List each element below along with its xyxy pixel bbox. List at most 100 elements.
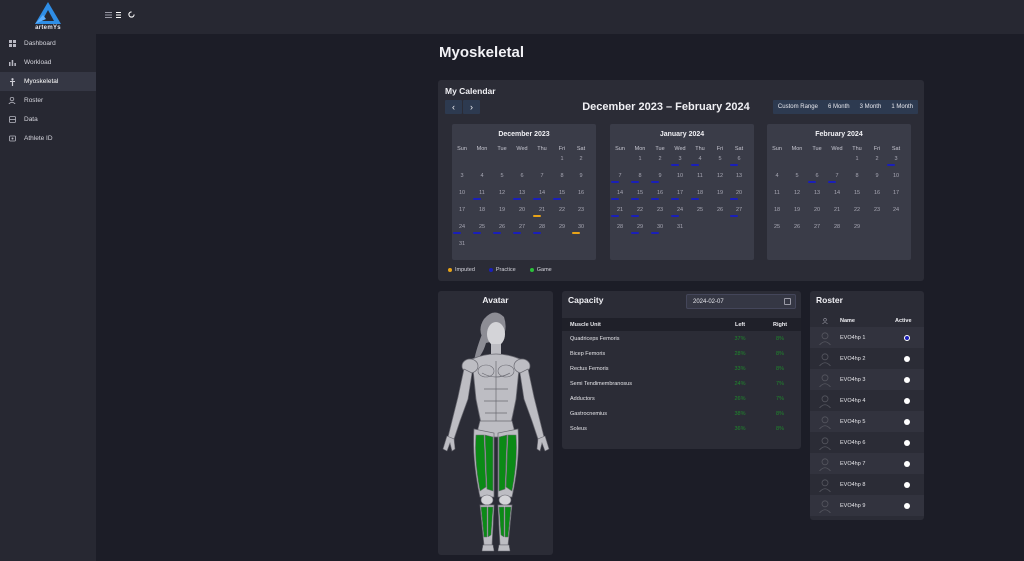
roster-row[interactable]: EVO4hp 4 [810,390,924,411]
calendar-day[interactable]: 5 [787,173,807,183]
active-radio[interactable] [904,460,910,467]
calendar-day[interactable]: 10 [670,173,690,183]
calendar-day[interactable]: 20 [512,207,532,217]
active-radio[interactable] [904,481,910,488]
calendar-day[interactable]: 22 [847,207,867,217]
active-radio[interactable] [904,397,910,404]
calendar-day[interactable]: 10 [452,190,472,200]
roster-row[interactable]: EVO4hp 8 [810,474,924,495]
logo[interactable]: artemYs [0,0,96,34]
roster-row[interactable]: EVO4hp 7 [810,453,924,474]
calendar-day[interactable]: 23 [571,207,591,217]
three-month-button[interactable]: 3 Month [855,100,887,114]
prev-month-button[interactable]: ‹ [445,100,462,114]
roster-row[interactable]: EVO4hp 2 [810,348,924,369]
calendar-day[interactable]: 3 [452,173,472,183]
calendar-day[interactable]: 29 [552,224,572,234]
weekday-label: Thu [695,146,705,152]
calendar-day[interactable]: 18 [767,207,787,217]
custom-range-button[interactable]: Custom Range [773,100,823,114]
calendar-day[interactable]: 8 [847,173,867,183]
calendar-day[interactable]: 23 [867,207,887,217]
next-month-button[interactable]: › [463,100,480,114]
month-title: December 2023 [498,131,550,138]
six-month-button[interactable]: 6 Month [823,100,855,114]
calendar-day[interactable]: 13 [807,190,827,200]
calendar-day[interactable]: 17 [452,207,472,217]
calendar-day[interactable]: 23 [650,207,670,217]
sidebar-item-dashboard[interactable]: Dashboard [0,34,96,53]
date-picker-input[interactable]: 2024-02-07 [686,294,796,309]
calendar-day[interactable]: 1 [630,156,650,166]
active-radio[interactable] [904,502,910,509]
weekday-label: Fri [873,146,881,152]
avatar-icon [819,499,831,513]
calendar-day[interactable]: 4 [767,173,787,183]
refresh-icon[interactable] [128,11,135,20]
calendar-day[interactable]: 17 [886,190,906,200]
sidebar-item-data[interactable]: Data [0,110,96,129]
theme-toggle-icon[interactable] [116,11,124,20]
calendar-day[interactable]: 7 [532,173,552,183]
calendar-day[interactable]: 1 [847,156,867,166]
calendar-day[interactable]: 29 [847,224,867,234]
calendar-day[interactable]: 12 [787,190,807,200]
active-radio[interactable] [904,418,910,425]
calendar-day[interactable]: 19 [710,190,730,200]
calendar-day[interactable]: 2 [650,156,670,166]
active-radio[interactable] [904,439,910,446]
calendar-day[interactable]: 2 [571,156,591,166]
calendar-day[interactable]: 11 [767,190,787,200]
calendar-day[interactable]: 25 [690,207,710,217]
calendar-day[interactable]: 16 [867,190,887,200]
calendar-day[interactable]: 26 [710,207,730,217]
calendar-day[interactable]: 2 [867,156,887,166]
calendar-day[interactable]: 8 [552,173,572,183]
sidebar-item-roster[interactable]: Roster [0,91,96,110]
calendar-day[interactable]: 18 [472,207,492,217]
calendar-day[interactable]: 14 [827,190,847,200]
active-radio[interactable] [904,334,910,341]
calendar-day[interactable]: 31 [670,224,690,234]
calendar-day[interactable]: 28 [610,224,630,234]
calendar-day[interactable]: 12 [710,173,730,183]
menu-icon[interactable] [105,11,112,20]
calendar-day[interactable]: 5 [492,173,512,183]
calendar-day[interactable]: 22 [552,207,572,217]
calendar-day[interactable]: 6 [512,173,532,183]
calendar-day[interactable]: 13 [729,173,749,183]
calendar-day[interactable]: 15 [847,190,867,200]
active-radio[interactable] [904,355,910,362]
roster-row[interactable]: EVO4hp 1 [810,327,924,348]
calendar-day[interactable]: 31 [452,241,472,251]
roster-row[interactable]: EVO4hp 9 [810,495,924,516]
sidebar-item-athlete-id[interactable]: Athlete ID [0,129,96,148]
calendar-card: My Calendar ‹ › December 2023 – February… [438,80,924,281]
calendar-day[interactable]: 16 [571,190,591,200]
one-month-button[interactable]: 1 Month [886,100,918,114]
roster-row[interactable]: EVO4hp 5 [810,411,924,432]
calendar-day[interactable]: 9 [867,173,887,183]
roster-row[interactable]: EVO4hp 3 [810,369,924,390]
calendar-day[interactable]: 24 [886,207,906,217]
calendar-day[interactable]: 20 [807,207,827,217]
calendar-day[interactable]: 11 [690,173,710,183]
calendar-day[interactable]: 26 [787,224,807,234]
calendar-day[interactable]: 25 [767,224,787,234]
calendar-day[interactable]: 21 [827,207,847,217]
calendar-day[interactable]: 5 [710,156,730,166]
sidebar-item-myoskeletal[interactable]: Myoskeletal [0,72,96,91]
calendar-day[interactable]: 19 [492,207,512,217]
calendar-day[interactable]: 1 [552,156,572,166]
sidebar-item-workload[interactable]: Workload [0,53,96,72]
calendar-day[interactable]: 19 [787,207,807,217]
calendar-day[interactable]: 9 [571,173,591,183]
active-radio[interactable] [904,376,910,383]
calendar-day[interactable]: 27 [807,224,827,234]
calendar-day[interactable]: 12 [492,190,512,200]
roster-row[interactable]: EVO4hp 6 [810,432,924,453]
calendar-day[interactable]: 10 [886,173,906,183]
calendar-day[interactable]: 4 [472,173,492,183]
calendar-icon[interactable] [784,298,791,305]
calendar-day[interactable]: 28 [827,224,847,234]
